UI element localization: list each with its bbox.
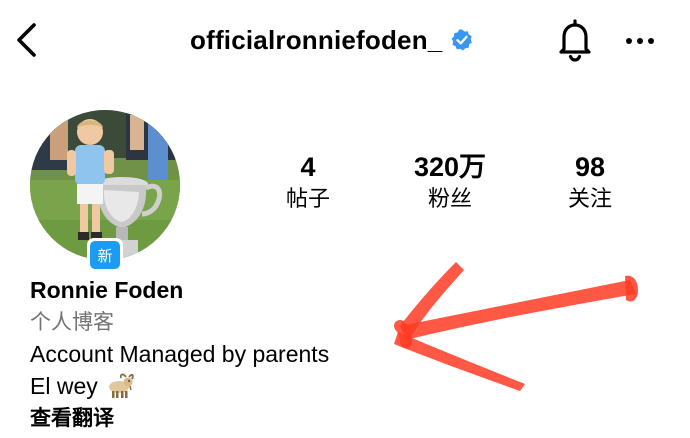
more-horizontal-icon [626,38,654,44]
profile-bio: Ronnie Foden 个人博客 Account Managed by par… [30,274,329,434]
new-badge-label: 新 [90,241,120,269]
more-options-button[interactable] [622,26,658,56]
goat-emoji-icon [108,373,134,398]
posts-label: 帖子 [285,187,330,212]
profile-screen: officialronniefoden_ 新 4 帖子 320万 粉丝 98 关… [0,0,690,438]
bio-line-1: Account Managed by parents [30,341,330,367]
new-badge: 新 [87,238,123,272]
profile-username-header: officialronniefoden_ [190,20,474,60]
bio-line-2-text: El wey [30,373,98,399]
stat-posts[interactable]: 4 帖子 [248,150,368,216]
hand-drawn-arrow-icon [394,262,638,391]
display-name: Ronnie Foden [30,277,184,303]
stat-following[interactable]: 98 关注 [530,150,650,216]
bio-line-2: El wey [30,370,329,402]
followers-label: 粉丝 [427,187,472,212]
notifications-button[interactable] [555,18,595,62]
username-title: officialronniefoden_ [190,24,443,55]
following-count: 98 [574,152,606,182]
posts-count: 4 [300,152,316,182]
bell-icon [559,19,591,62]
verified-badge-icon [450,28,474,52]
profile-category: 个人博客 [30,310,114,334]
chevron-left-icon [17,23,36,57]
see-translation-link[interactable]: 查看翻译 [30,402,329,434]
back-button[interactable] [12,20,42,60]
stat-followers[interactable]: 320万 粉丝 [390,150,510,216]
following-label: 关注 [567,187,612,212]
followers-count: 320万 [413,152,487,182]
